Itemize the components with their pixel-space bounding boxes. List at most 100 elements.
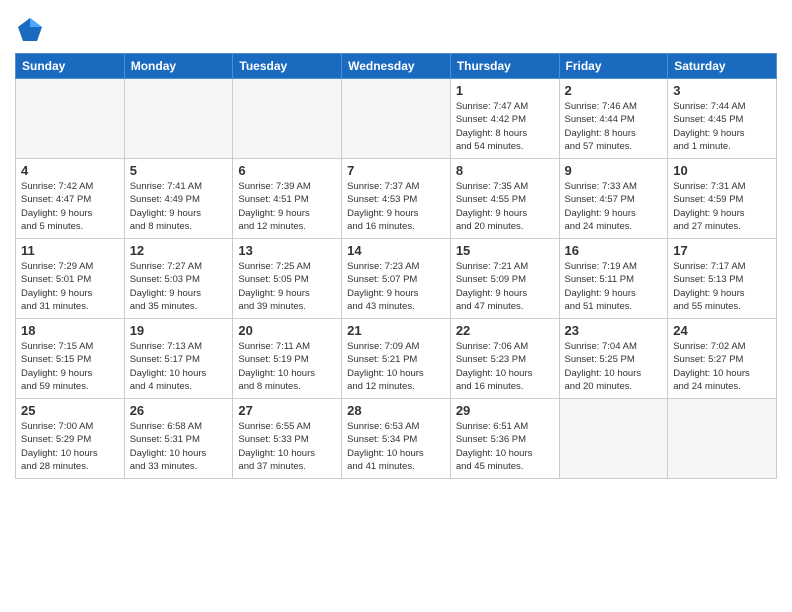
day-info: Sunrise: 6:58 AM Sunset: 5:31 PM Dayligh… xyxy=(130,420,228,473)
calendar-week-row: 4 Sunrise: 7:42 AM Sunset: 4:47 PM Daylig… xyxy=(16,159,777,239)
day-number: 1 xyxy=(456,83,554,98)
calendar-cell: 21 Sunrise: 7:09 AM Sunset: 5:21 PM Dayli… xyxy=(342,319,451,399)
day-info: Sunrise: 7:21 AM Sunset: 5:09 PM Dayligh… xyxy=(456,260,554,313)
day-info: Sunrise: 7:46 AM Sunset: 4:44 PM Dayligh… xyxy=(565,100,663,153)
day-number: 5 xyxy=(130,163,228,178)
calendar-week-row: 18 Sunrise: 7:15 AM Sunset: 5:15 PM Dayli… xyxy=(16,319,777,399)
day-number: 12 xyxy=(130,243,228,258)
calendar-cell: 1 Sunrise: 7:47 AM Sunset: 4:42 PM Daylig… xyxy=(450,79,559,159)
day-number: 25 xyxy=(21,403,119,418)
day-info: Sunrise: 7:33 AM Sunset: 4:57 PM Dayligh… xyxy=(565,180,663,233)
day-info: Sunrise: 6:53 AM Sunset: 5:34 PM Dayligh… xyxy=(347,420,445,473)
day-info: Sunrise: 7:09 AM Sunset: 5:21 PM Dayligh… xyxy=(347,340,445,393)
day-info: Sunrise: 7:23 AM Sunset: 5:07 PM Dayligh… xyxy=(347,260,445,313)
day-number: 23 xyxy=(565,323,663,338)
day-number: 17 xyxy=(673,243,771,258)
calendar-cell xyxy=(124,79,233,159)
day-info: Sunrise: 7:42 AM Sunset: 4:47 PM Dayligh… xyxy=(21,180,119,233)
day-info: Sunrise: 7:44 AM Sunset: 4:45 PM Dayligh… xyxy=(673,100,771,153)
calendar-cell: 12 Sunrise: 7:27 AM Sunset: 5:03 PM Dayli… xyxy=(124,239,233,319)
weekday-header: Tuesday xyxy=(233,54,342,79)
day-number: 16 xyxy=(565,243,663,258)
day-number: 27 xyxy=(238,403,336,418)
logo-icon xyxy=(15,15,45,45)
day-number: 3 xyxy=(673,83,771,98)
weekday-row: SundayMondayTuesdayWednesdayThursdayFrid… xyxy=(16,54,777,79)
day-info: Sunrise: 7:00 AM Sunset: 5:29 PM Dayligh… xyxy=(21,420,119,473)
day-info: Sunrise: 7:39 AM Sunset: 4:51 PM Dayligh… xyxy=(238,180,336,233)
calendar-cell: 3 Sunrise: 7:44 AM Sunset: 4:45 PM Daylig… xyxy=(668,79,777,159)
calendar-header: SundayMondayTuesdayWednesdayThursdayFrid… xyxy=(16,54,777,79)
weekday-header: Wednesday xyxy=(342,54,451,79)
day-info: Sunrise: 7:04 AM Sunset: 5:25 PM Dayligh… xyxy=(565,340,663,393)
day-number: 29 xyxy=(456,403,554,418)
calendar-cell: 9 Sunrise: 7:33 AM Sunset: 4:57 PM Daylig… xyxy=(559,159,668,239)
calendar-week-row: 25 Sunrise: 7:00 AM Sunset: 5:29 PM Dayli… xyxy=(16,399,777,479)
day-number: 8 xyxy=(456,163,554,178)
day-number: 11 xyxy=(21,243,119,258)
day-number: 22 xyxy=(456,323,554,338)
day-info: Sunrise: 7:11 AM Sunset: 5:19 PM Dayligh… xyxy=(238,340,336,393)
day-info: Sunrise: 7:19 AM Sunset: 5:11 PM Dayligh… xyxy=(565,260,663,313)
calendar-cell: 11Sunrise: 7:29 AM Sunset: 5:01 PM Dayli… xyxy=(16,239,125,319)
day-info: Sunrise: 6:55 AM Sunset: 5:33 PM Dayligh… xyxy=(238,420,336,473)
logo xyxy=(15,15,48,45)
day-number: 9 xyxy=(565,163,663,178)
day-number: 6 xyxy=(238,163,336,178)
day-number: 26 xyxy=(130,403,228,418)
calendar-cell: 29 Sunrise: 6:51 AM Sunset: 5:36 PM Dayli… xyxy=(450,399,559,479)
calendar-cell xyxy=(668,399,777,479)
calendar-week-row: 1 Sunrise: 7:47 AM Sunset: 4:42 PM Daylig… xyxy=(16,79,777,159)
day-info: Sunrise: 7:35 AM Sunset: 4:55 PM Dayligh… xyxy=(456,180,554,233)
calendar-cell: 24 Sunrise: 7:02 AM Sunset: 5:27 PM Dayli… xyxy=(668,319,777,399)
day-info: Sunrise: 6:51 AM Sunset: 5:36 PM Dayligh… xyxy=(456,420,554,473)
day-number: 24 xyxy=(673,323,771,338)
calendar-cell: 28 Sunrise: 6:53 AM Sunset: 5:34 PM Dayli… xyxy=(342,399,451,479)
calendar-cell: 5Sunrise: 7:41 AM Sunset: 4:49 PM Daylig… xyxy=(124,159,233,239)
calendar-cell xyxy=(342,79,451,159)
day-number: 18 xyxy=(21,323,119,338)
day-info: Sunrise: 7:25 AM Sunset: 5:05 PM Dayligh… xyxy=(238,260,336,313)
calendar-cell: 23 Sunrise: 7:04 AM Sunset: 5:25 PM Dayli… xyxy=(559,319,668,399)
weekday-header: Friday xyxy=(559,54,668,79)
calendar-cell: 4 Sunrise: 7:42 AM Sunset: 4:47 PM Daylig… xyxy=(16,159,125,239)
weekday-header: Saturday xyxy=(668,54,777,79)
calendar-cell xyxy=(559,399,668,479)
calendar-cell: 8 Sunrise: 7:35 AM Sunset: 4:55 PM Daylig… xyxy=(450,159,559,239)
day-info: Sunrise: 7:02 AM Sunset: 5:27 PM Dayligh… xyxy=(673,340,771,393)
day-info: Sunrise: 7:47 AM Sunset: 4:42 PM Dayligh… xyxy=(456,100,554,153)
day-info: Sunrise: 7:31 AM Sunset: 4:59 PM Dayligh… xyxy=(673,180,771,233)
day-info: Sunrise: 7:15 AM Sunset: 5:15 PM Dayligh… xyxy=(21,340,119,393)
day-number: 20 xyxy=(238,323,336,338)
calendar-cell: 10Sunrise: 7:31 AM Sunset: 4:59 PM Dayli… xyxy=(668,159,777,239)
calendar-cell: 7Sunrise: 7:37 AM Sunset: 4:53 PM Daylig… xyxy=(342,159,451,239)
day-number: 15 xyxy=(456,243,554,258)
weekday-header: Sunday xyxy=(16,54,125,79)
day-number: 4 xyxy=(21,163,119,178)
header xyxy=(15,10,777,45)
day-info: Sunrise: 7:17 AM Sunset: 5:13 PM Dayligh… xyxy=(673,260,771,313)
calendar-body: 1 Sunrise: 7:47 AM Sunset: 4:42 PM Daylig… xyxy=(16,79,777,479)
calendar-cell: 14 Sunrise: 7:23 AM Sunset: 5:07 PM Dayli… xyxy=(342,239,451,319)
calendar-cell xyxy=(16,79,125,159)
page-container: SundayMondayTuesdayWednesdayThursdayFrid… xyxy=(0,0,792,489)
calendar-cell: 26 Sunrise: 6:58 AM Sunset: 5:31 PM Dayli… xyxy=(124,399,233,479)
calendar-cell: 25 Sunrise: 7:00 AM Sunset: 5:29 PM Dayli… xyxy=(16,399,125,479)
calendar-week-row: 11Sunrise: 7:29 AM Sunset: 5:01 PM Dayli… xyxy=(16,239,777,319)
calendar-cell xyxy=(233,79,342,159)
day-number: 19 xyxy=(130,323,228,338)
day-number: 21 xyxy=(347,323,445,338)
calendar-cell: 20 Sunrise: 7:11 AM Sunset: 5:19 PM Dayli… xyxy=(233,319,342,399)
calendar-table: SundayMondayTuesdayWednesdayThursdayFrid… xyxy=(15,53,777,479)
day-info: Sunrise: 7:27 AM Sunset: 5:03 PM Dayligh… xyxy=(130,260,228,313)
day-info: Sunrise: 7:37 AM Sunset: 4:53 PM Dayligh… xyxy=(347,180,445,233)
day-info: Sunrise: 7:06 AM Sunset: 5:23 PM Dayligh… xyxy=(456,340,554,393)
calendar-cell: 2 Sunrise: 7:46 AM Sunset: 4:44 PM Daylig… xyxy=(559,79,668,159)
day-number: 14 xyxy=(347,243,445,258)
calendar-cell: 22 Sunrise: 7:06 AM Sunset: 5:23 PM Dayli… xyxy=(450,319,559,399)
day-number: 2 xyxy=(565,83,663,98)
calendar-cell: 27 Sunrise: 6:55 AM Sunset: 5:33 PM Dayli… xyxy=(233,399,342,479)
calendar-cell: 16 Sunrise: 7:19 AM Sunset: 5:11 PM Dayli… xyxy=(559,239,668,319)
calendar-cell: 15 Sunrise: 7:21 AM Sunset: 5:09 PM Dayli… xyxy=(450,239,559,319)
day-number: 28 xyxy=(347,403,445,418)
